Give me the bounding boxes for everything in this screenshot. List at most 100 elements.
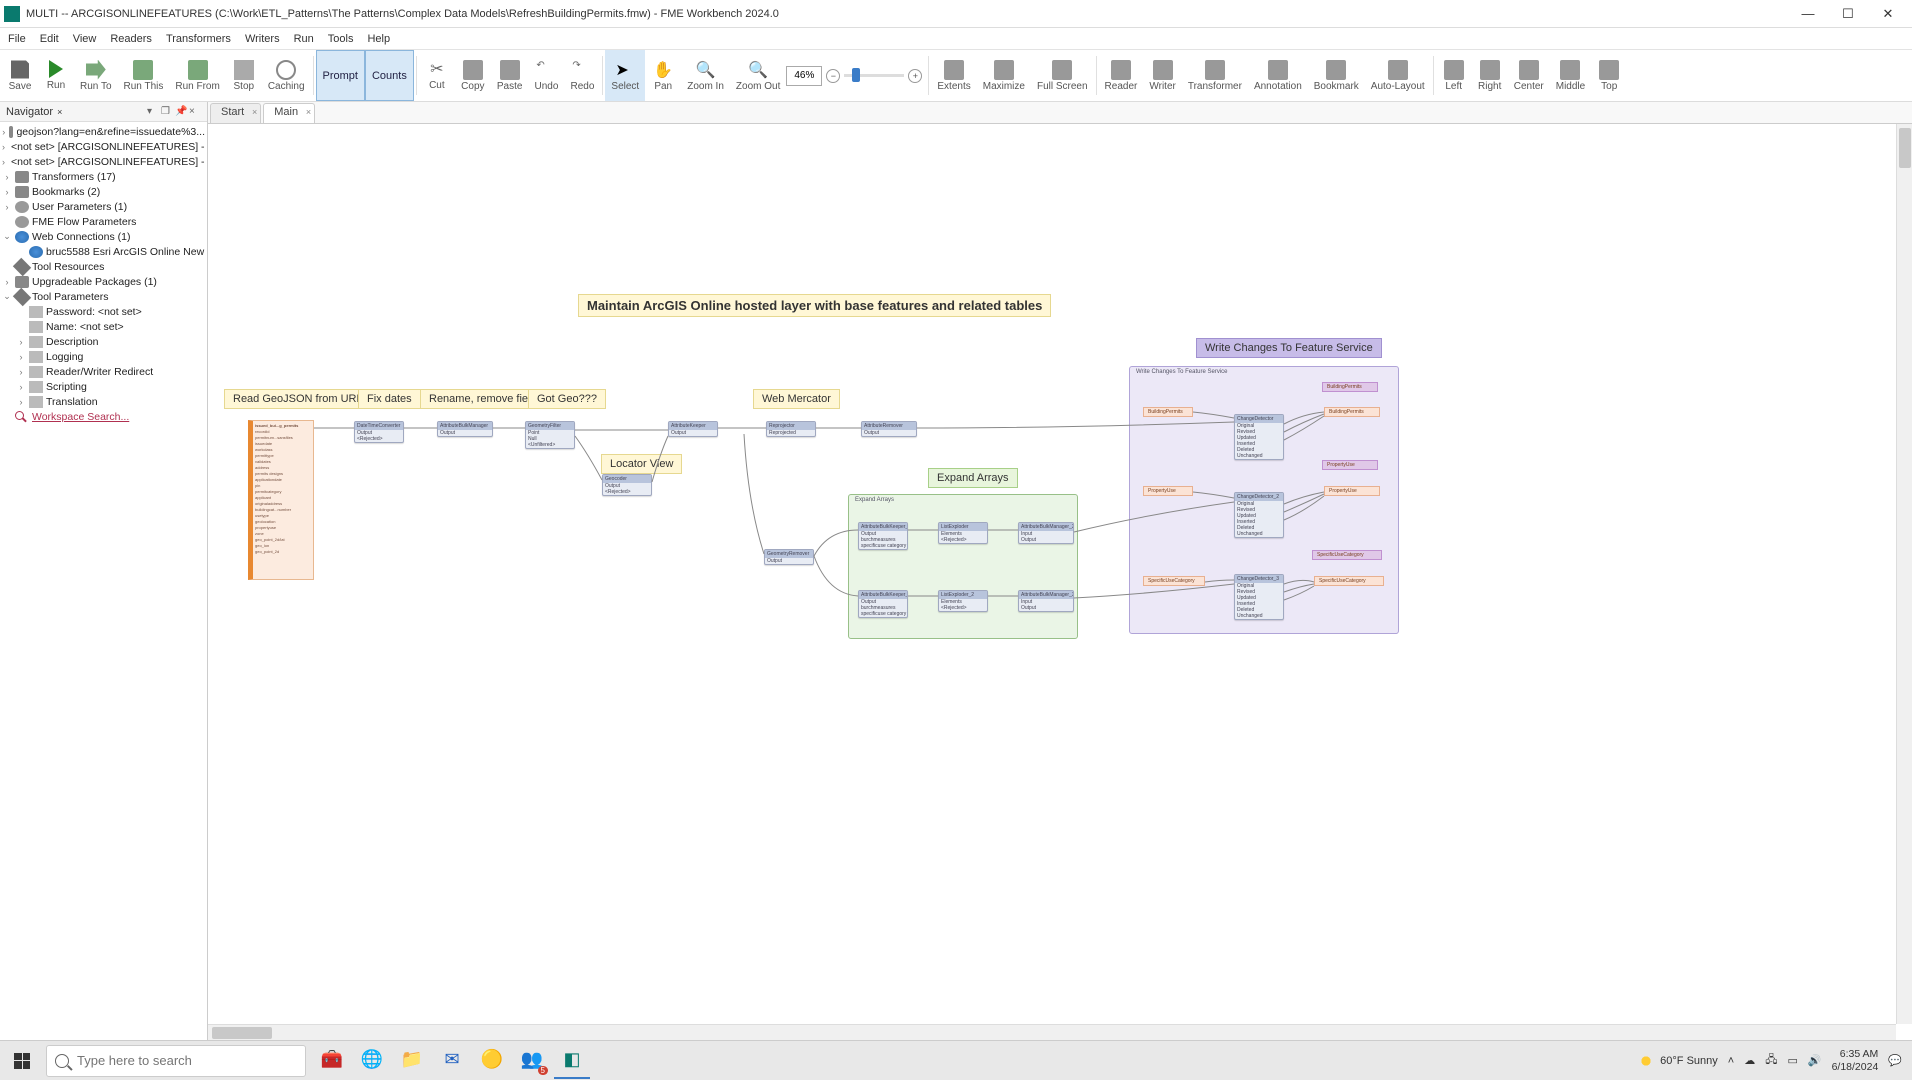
header-property-use[interactable]: PropertyUse bbox=[1322, 460, 1378, 470]
run-button[interactable]: Run bbox=[38, 50, 74, 101]
maximize-tool-button[interactable]: Maximize bbox=[977, 50, 1031, 101]
navigator-item[interactable]: Tool Resources bbox=[2, 259, 205, 274]
run-to-button[interactable]: Run To bbox=[74, 50, 118, 101]
writer-building-permits[interactable]: BuildingPermits bbox=[1324, 407, 1380, 417]
navigator-tree[interactable]: ›geojson?lang=en&refine=issuedate%3...›<… bbox=[0, 122, 207, 1040]
copy-button[interactable]: Copy bbox=[455, 50, 491, 101]
annotation-web-mercator[interactable]: Web Mercator bbox=[753, 389, 840, 409]
navigator-item[interactable]: bruc5588 Esri ArcGIS Online New bbox=[2, 244, 205, 259]
reader-specific-use[interactable]: SpecificUseCategory bbox=[1143, 576, 1205, 586]
node-list-exploder[interactable]: ListExploderElements<Rejected> bbox=[938, 522, 988, 544]
navigator-item[interactable]: ›Scripting bbox=[2, 379, 205, 394]
tray-battery-icon[interactable]: ▭ bbox=[1787, 1054, 1797, 1067]
tab-start[interactable]: Start× bbox=[210, 103, 261, 123]
bookmark-button[interactable]: Bookmark bbox=[1308, 50, 1365, 101]
reader-property-use[interactable]: PropertyUse bbox=[1143, 486, 1193, 496]
align-center-button[interactable]: Center bbox=[1508, 50, 1550, 101]
reader-building-permits[interactable]: BuildingPermits bbox=[1143, 407, 1193, 417]
navigator-item[interactable]: Password: <not set> bbox=[2, 304, 205, 319]
taskbar-folder-icon[interactable]: 📁 bbox=[394, 1043, 430, 1079]
header-building-permits[interactable]: BuildingPermits bbox=[1322, 382, 1378, 392]
search-input[interactable] bbox=[77, 1053, 297, 1068]
tray-network-icon[interactable]: 🖧 bbox=[1765, 1051, 1777, 1070]
align-middle-button[interactable]: Middle bbox=[1550, 50, 1591, 101]
prompt-toggle[interactable]: Prompt bbox=[316, 50, 365, 101]
annotation-got-geo[interactable]: Got Geo??? bbox=[528, 389, 606, 409]
node-attribute-remover[interactable]: AttributeRemoverOutput bbox=[861, 421, 917, 437]
node-bulk-keeper-3[interactable]: AttributeBulkKeeper_3Outputburchmeasures… bbox=[858, 590, 908, 618]
taskbar-outlook-icon[interactable]: ✉ bbox=[434, 1043, 470, 1079]
reader-node[interactable]: issued_bui...g_permits recordidpermitnum… bbox=[248, 420, 314, 580]
nav-pin-icon[interactable]: 📌 bbox=[175, 106, 187, 117]
navigator-item[interactable]: ›Description bbox=[2, 334, 205, 349]
menu-tools[interactable]: Tools bbox=[328, 33, 354, 45]
annotation-button[interactable]: Annotation bbox=[1248, 50, 1308, 101]
writer-specific-use[interactable]: SpecificUseCategory bbox=[1314, 576, 1384, 586]
canvas-title-annotation[interactable]: Maintain ArcGIS Online hosted layer with… bbox=[578, 294, 1051, 317]
undo-button[interactable]: ↶Undo bbox=[528, 50, 564, 101]
writer-property-use[interactable]: PropertyUse bbox=[1324, 486, 1380, 496]
navigator-item[interactable]: ›Translation bbox=[2, 394, 205, 409]
redo-button[interactable]: ↷Redo bbox=[564, 50, 600, 101]
align-top-button[interactable]: Top bbox=[1591, 50, 1627, 101]
navigator-item[interactable]: ›User Parameters (1) bbox=[2, 199, 205, 214]
extents-button[interactable]: Extents bbox=[931, 50, 976, 101]
node-reprojector[interactable]: ReprojectorReprojected bbox=[766, 421, 816, 437]
navigator-item[interactable]: ⌄Tool Parameters bbox=[2, 289, 205, 304]
reader-button[interactable]: Reader bbox=[1099, 50, 1144, 101]
taskbar-edge-icon[interactable]: 🌐 bbox=[354, 1043, 390, 1079]
navigator-item[interactable]: FME Flow Parameters bbox=[2, 214, 205, 229]
navigator-item[interactable]: ›<not set> [ARCGISONLINEFEATURES] - 1 bbox=[2, 139, 205, 154]
zoom-minus-button[interactable]: − bbox=[826, 69, 840, 83]
navigator-item[interactable]: ›geojson?lang=en&refine=issuedate%3... bbox=[2, 124, 205, 139]
taskbar-file-explorer-icon[interactable]: 🧰 bbox=[314, 1043, 350, 1079]
nav-undock-icon[interactable]: ❐ bbox=[161, 106, 173, 117]
tray-chevron-icon[interactable]: ˄ bbox=[1728, 1055, 1734, 1067]
vertical-scrollbar[interactable] bbox=[1896, 124, 1912, 1024]
align-right-button[interactable]: Right bbox=[1472, 50, 1508, 101]
node-geometry-filter[interactable]: GeometryFilterPointNull<Unfiltered> bbox=[525, 421, 575, 449]
nav-dropdown-icon[interactable]: ▾ bbox=[147, 106, 159, 117]
navigator-item[interactable]: ›Upgradeable Packages (1) bbox=[2, 274, 205, 289]
navigator-item[interactable]: Name: <not set> bbox=[2, 319, 205, 334]
node-change-detector-2[interactable]: ChangeDetector_2OriginalRevisedUpdatedIn… bbox=[1234, 492, 1284, 538]
menu-transformers[interactable]: Transformers bbox=[166, 33, 231, 45]
node-attribute-keeper[interactable]: AttributeKeeperOutput bbox=[668, 421, 718, 437]
auto-layout-button[interactable]: Auto-Layout bbox=[1365, 50, 1431, 101]
menu-writers[interactable]: Writers bbox=[245, 33, 280, 45]
navigator-item[interactable]: ›Reader/Writer Redirect bbox=[2, 364, 205, 379]
tray-cloud-icon[interactable]: ☁ bbox=[1744, 1054, 1755, 1067]
maximize-button[interactable]: ☐ bbox=[1828, 1, 1868, 27]
header-specific-use[interactable]: SpecificUseCategory bbox=[1312, 550, 1382, 560]
annotation-read-geojson[interactable]: Read GeoJSON from URL bbox=[224, 389, 372, 409]
zoom-plus-button[interactable]: + bbox=[908, 69, 922, 83]
save-button[interactable]: Save bbox=[2, 50, 38, 101]
tray-volume-icon[interactable]: 🔊 bbox=[1808, 1054, 1822, 1067]
node-bulk-manager-3[interactable]: AttributeBulkManager_3InputOutput bbox=[1018, 590, 1074, 612]
stop-button[interactable]: Stop bbox=[226, 50, 262, 101]
node-change-detector-1[interactable]: ChangeDetectorOriginalRevisedUpdatedInse… bbox=[1234, 414, 1284, 460]
zoom-out-button[interactable]: 🔍Zoom Out bbox=[730, 50, 786, 101]
menu-view[interactable]: View bbox=[73, 33, 97, 45]
annotation-fix-dates[interactable]: Fix dates bbox=[358, 389, 421, 409]
zoom-slider[interactable] bbox=[844, 74, 904, 77]
paste-button[interactable]: Paste bbox=[491, 50, 529, 101]
annotation-locator-view[interactable]: Locator View bbox=[601, 454, 682, 474]
run-from-button[interactable]: Run From bbox=[169, 50, 225, 101]
annotation-write-changes[interactable]: Write Changes To Feature Service bbox=[1196, 338, 1382, 358]
node-geometry-remover[interactable]: GeometryRemoverOutput bbox=[764, 549, 814, 565]
caching-button[interactable]: Caching bbox=[262, 50, 311, 101]
pan-button[interactable]: ✋Pan bbox=[645, 50, 681, 101]
align-left-button[interactable]: Left bbox=[1436, 50, 1472, 101]
navigator-item[interactable]: ›<not set> [ARCGISONLINEFEATURES] - 2 bbox=[2, 154, 205, 169]
counts-toggle[interactable]: Counts bbox=[365, 50, 414, 101]
node-change-detector-3[interactable]: ChangeDetector_3OriginalRevisedUpdatedIn… bbox=[1234, 574, 1284, 620]
menu-readers[interactable]: Readers bbox=[110, 33, 152, 45]
navigator-item[interactable]: Workspace Search... bbox=[2, 409, 205, 424]
menu-file[interactable]: File bbox=[8, 33, 26, 45]
close-icon[interactable]: × bbox=[306, 107, 311, 117]
fullscreen-button[interactable]: Full Screen bbox=[1031, 50, 1094, 101]
taskbar-fme-icon[interactable]: ◧ bbox=[554, 1043, 590, 1079]
select-button[interactable]: ➤Select bbox=[605, 50, 645, 101]
close-button[interactable]: ✕ bbox=[1868, 1, 1908, 27]
